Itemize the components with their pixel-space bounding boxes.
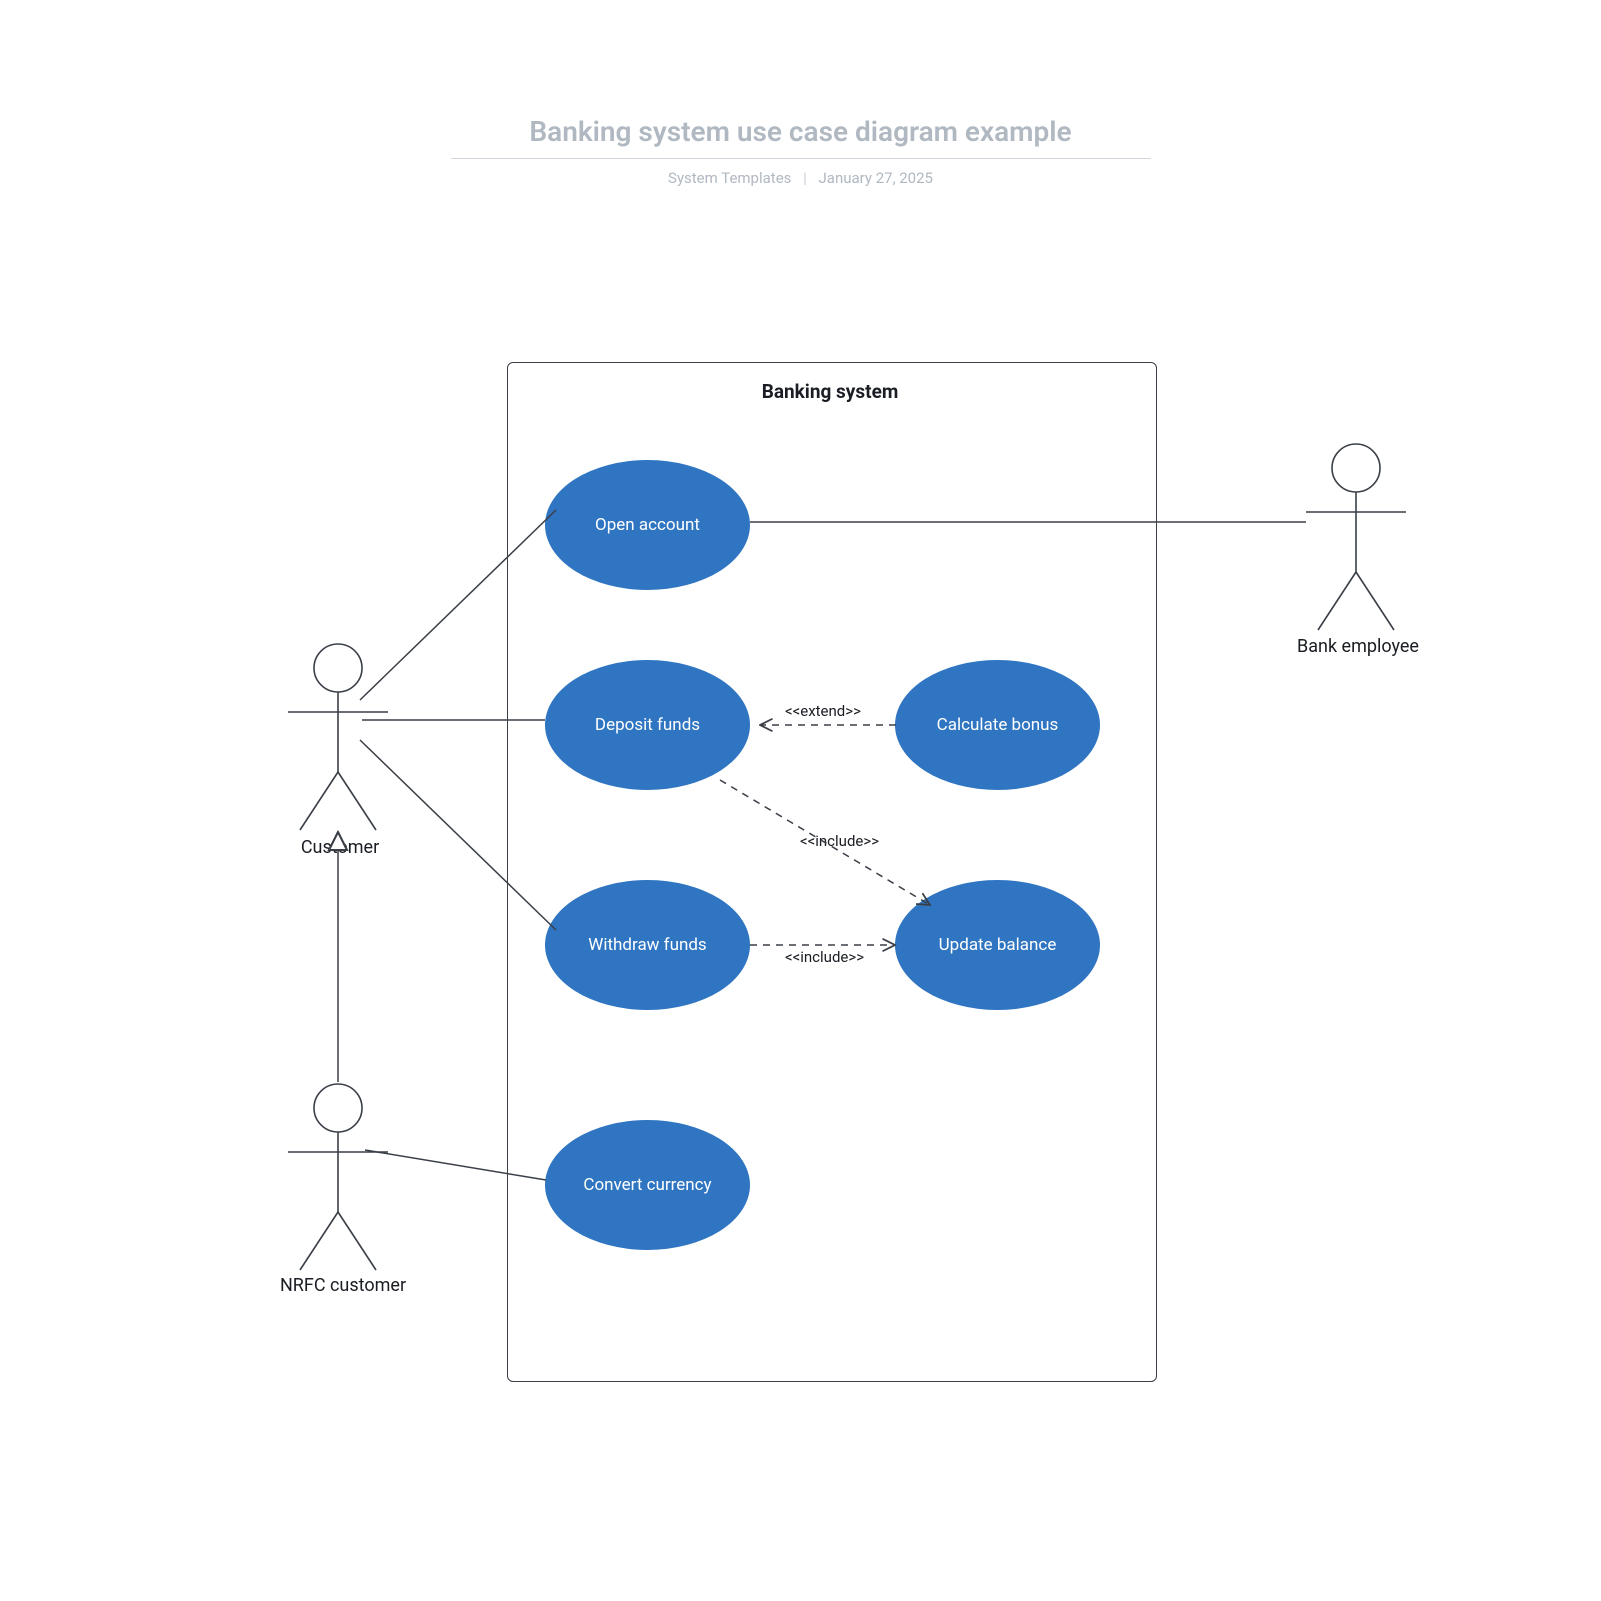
diagram-canvas: Banking system use case diagram example … <box>0 0 1601 1601</box>
usecase-deposit-funds: Deposit funds <box>545 660 750 790</box>
usecase-open-account: Open account <box>545 460 750 590</box>
actor-nrfc-icon <box>288 1084 388 1270</box>
include-label-1: <<include>> <box>800 832 879 850</box>
usecase-calculate-bonus: Calculate bonus <box>895 660 1100 790</box>
usecase-convert-currency: Convert currency <box>545 1120 750 1250</box>
subtitle-separator: | <box>803 169 807 187</box>
usecase-convert-currency-label: Convert currency <box>583 1175 711 1195</box>
actor-nrfc-label: NRFC customer <box>258 1275 428 1296</box>
extend-label: <<extend>> <box>785 702 861 720</box>
date-label: January 27, 2025 <box>819 169 933 187</box>
actor-customer-icon <box>288 644 388 830</box>
system-label: Banking system <box>720 380 940 403</box>
actor-employee-label: Bank employee <box>1273 636 1443 657</box>
usecase-withdraw-funds-label: Withdraw funds <box>588 935 706 955</box>
usecase-update-balance: Update balance <box>895 880 1100 1010</box>
actor-customer-label: Customer <box>280 837 400 858</box>
usecase-open-account-label: Open account <box>595 515 700 535</box>
usecase-update-balance-label: Update balance <box>939 935 1057 955</box>
actor-employee-icon <box>1306 444 1406 630</box>
usecase-calculate-bonus-label: Calculate bonus <box>937 715 1059 735</box>
usecase-deposit-funds-label: Deposit funds <box>595 715 700 735</box>
author-label: System Templates <box>668 169 791 187</box>
include-label-2: <<include>> <box>785 948 864 966</box>
usecase-withdraw-funds: Withdraw funds <box>545 880 750 1010</box>
diagram-subtitle: System Templates | January 27, 2025 <box>451 169 1151 187</box>
diagram-header: Banking system use case diagram example … <box>451 115 1151 187</box>
diagram-title: Banking system use case diagram example <box>451 115 1151 159</box>
